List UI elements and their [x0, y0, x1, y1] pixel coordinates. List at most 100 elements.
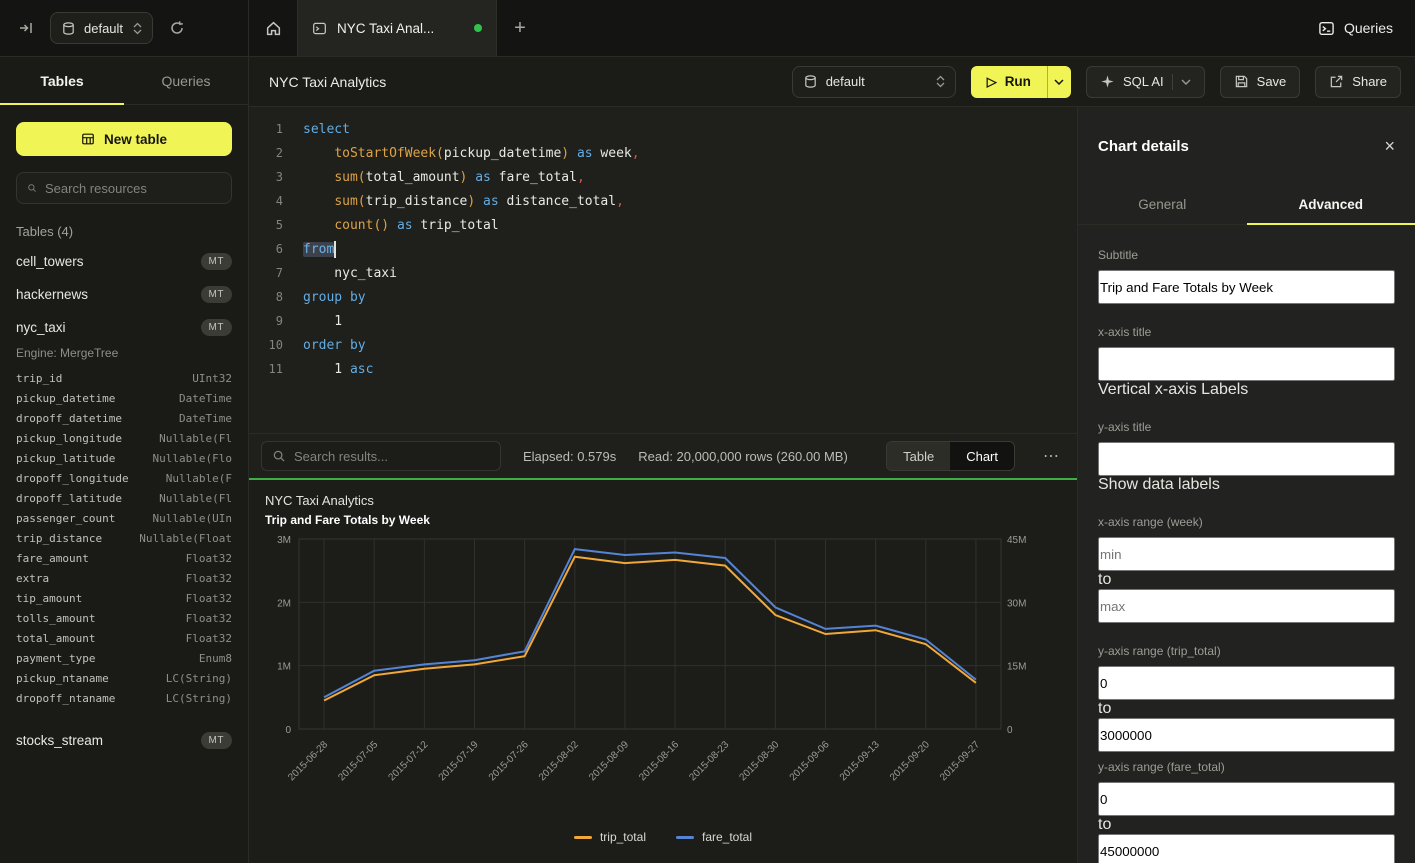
save-icon	[1234, 74, 1249, 89]
run-button[interactable]: ▷ Run	[971, 66, 1047, 98]
resource-search-input[interactable]	[45, 181, 221, 196]
svg-text:2015-07-26: 2015-07-26	[487, 739, 531, 783]
column-type: Nullable(Fl	[159, 492, 232, 505]
editor-line[interactable]: 7 nyc_taxi	[249, 261, 1077, 285]
sql-editor[interactable]: 1select2 toStartOfWeek(pickup_datetime) …	[249, 107, 1077, 433]
column-type: Float32	[186, 632, 232, 645]
editor-line[interactable]: 9 1	[249, 309, 1077, 333]
results-search[interactable]	[261, 441, 501, 471]
x-range-max-input[interactable]	[1098, 589, 1395, 623]
code-text: nyc_taxi	[303, 266, 397, 281]
column-type: Float32	[186, 572, 232, 585]
table-name: stocks_stream	[16, 733, 103, 748]
share-button-label: Share	[1352, 74, 1387, 89]
resource-search[interactable]	[16, 172, 232, 204]
y-range-trip-max-input[interactable]	[1098, 718, 1395, 752]
sparkle-icon	[1100, 74, 1115, 89]
table-engine: Engine: MergeTree	[0, 344, 248, 368]
tab-strip: NYC Taxi Anal... +	[249, 0, 1318, 56]
chart-details-body: Subtitle x-axis title Vertical x-axis La…	[1078, 225, 1415, 863]
columns-list: trip_idUInt32pickup_datetimeDateTimedrop…	[0, 368, 248, 712]
column-type: LC(String)	[166, 692, 232, 705]
tab-general-label: General	[1138, 197, 1186, 212]
view-toggle-chart[interactable]: Chart	[950, 442, 1014, 470]
table-item[interactable]: cell_towersMT	[0, 245, 248, 278]
view-toggle-table[interactable]: Table	[887, 442, 950, 470]
y-range-trip-min-input[interactable]	[1098, 666, 1395, 700]
editor-line[interactable]: 11 1 asc	[249, 357, 1077, 381]
view-toggle-table-label: Table	[903, 449, 934, 464]
tab-general[interactable]: General	[1078, 185, 1247, 224]
refresh-icon	[169, 20, 185, 36]
results-toolbar: Elapsed: 0.579s Read: 20,000,000 rows (2…	[249, 433, 1077, 478]
line-number: 8	[249, 290, 283, 304]
queries-button[interactable]: Queries	[1318, 20, 1393, 37]
close-panel-button[interactable]: ×	[1384, 136, 1395, 157]
line-number: 11	[249, 362, 283, 376]
column-name: passenger_count	[16, 512, 115, 525]
column-name: pickup_longitude	[16, 432, 122, 445]
subtitle-input[interactable]	[1098, 270, 1395, 304]
x-axis-title-input[interactable]	[1098, 347, 1395, 381]
table-name: hackernews	[16, 287, 88, 302]
legend-item[interactable]: fare_total	[676, 830, 752, 844]
sidebar-tab-queries-label: Queries	[161, 73, 210, 89]
column-name: dropoff_latitude	[16, 492, 122, 505]
x-range-min-input[interactable]	[1098, 537, 1395, 571]
line-number: 10	[249, 338, 283, 352]
legend-item[interactable]: trip_total	[574, 830, 646, 844]
editor-line[interactable]: 6from	[249, 237, 1077, 261]
editor-line[interactable]: 3 sum(total_amount) as fare_total,	[249, 165, 1077, 189]
editor-line[interactable]: 4 sum(trip_distance) as distance_total,	[249, 189, 1077, 213]
share-icon	[1329, 74, 1344, 89]
save-button[interactable]: Save	[1220, 66, 1301, 98]
view-toggle: Table Chart	[886, 441, 1015, 471]
new-table-button-label: New table	[104, 132, 167, 147]
editor-line[interactable]: 1select	[249, 117, 1077, 141]
chart-subtitle: Trip and Fare Totals by Week	[265, 513, 1061, 527]
column-type: Float32	[186, 612, 232, 625]
more-options-button[interactable]: ⋯	[1037, 444, 1065, 468]
column-type: Nullable(Float	[139, 532, 232, 545]
editor-line[interactable]: 5 count() as trip_total	[249, 213, 1077, 237]
divider	[1172, 74, 1173, 90]
y-axis-title-input[interactable]	[1098, 442, 1395, 476]
query-tab[interactable]: NYC Taxi Anal...	[297, 0, 497, 56]
database-selector[interactable]: default	[50, 12, 153, 44]
table-name: nyc_taxi	[16, 320, 66, 335]
new-tab-button[interactable]: +	[497, 0, 543, 56]
y-range-fare-min-input[interactable]	[1098, 782, 1395, 816]
table-item[interactable]: stocks_stream MT	[0, 724, 248, 757]
y-range-fare-max-input[interactable]	[1098, 834, 1395, 863]
column-name: tip_amount	[16, 592, 82, 605]
run-options-button[interactable]	[1047, 66, 1071, 98]
collapse-sidebar-button[interactable]	[14, 16, 38, 40]
query-header: NYC Taxi Analytics default ▷ Run	[249, 57, 1415, 107]
elapsed-time: Elapsed: 0.579s	[523, 449, 616, 464]
results-search-input[interactable]	[294, 449, 490, 464]
chevron-down-icon	[1054, 79, 1064, 85]
run-button-label: Run	[1005, 74, 1031, 89]
table-item[interactable]: nyc_taxiMT	[0, 311, 248, 344]
top-bar-left: default	[0, 0, 249, 56]
tab-advanced[interactable]: Advanced	[1247, 185, 1415, 224]
editor-line[interactable]: 8group by	[249, 285, 1077, 309]
svg-text:2015-09-27: 2015-09-27	[938, 739, 982, 783]
run-database-selector[interactable]: default	[792, 66, 956, 98]
share-button[interactable]: Share	[1315, 66, 1401, 98]
column-name: tolls_amount	[16, 612, 95, 625]
home-tab[interactable]	[249, 0, 297, 56]
table-item[interactable]: hackernewsMT	[0, 278, 248, 311]
refresh-button[interactable]	[165, 16, 189, 40]
sql-ai-button[interactable]: SQL AI	[1086, 66, 1205, 98]
new-table-button[interactable]: New table	[16, 122, 232, 156]
to-label: to	[1098, 700, 1111, 717]
engine-badge: MT	[201, 732, 232, 749]
to-label: to	[1098, 816, 1111, 833]
chart-plot[interactable]: 3M45M2M30M1M15M002015-06-282015-07-05201…	[265, 531, 1061, 824]
sidebar-tab-queries[interactable]: Queries	[124, 57, 248, 104]
editor-line[interactable]: 10order by	[249, 333, 1077, 357]
to-label: to	[1098, 571, 1111, 588]
sidebar-tab-tables[interactable]: Tables	[0, 57, 124, 104]
editor-line[interactable]: 2 toStartOfWeek(pickup_datetime) as week…	[249, 141, 1077, 165]
